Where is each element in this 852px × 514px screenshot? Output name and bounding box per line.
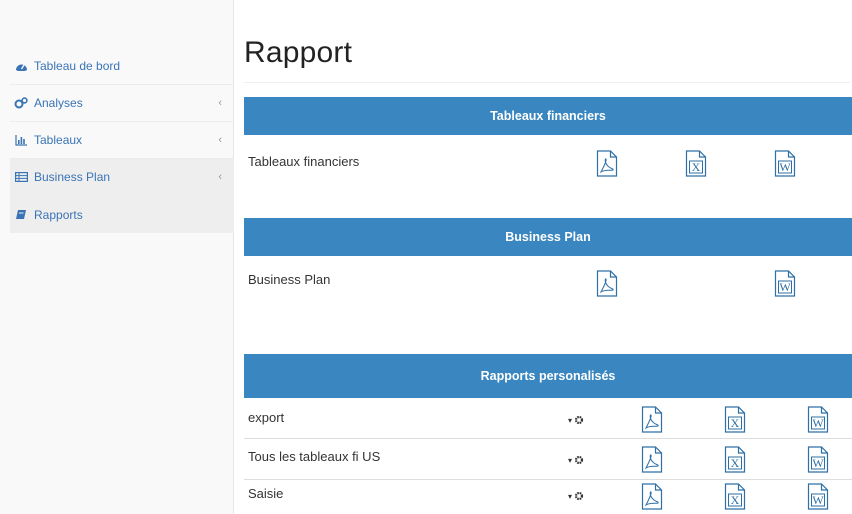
sidebar-item-rapports[interactable]: Rapports bbox=[10, 196, 234, 233]
excel-icon[interactable]: X bbox=[685, 150, 707, 177]
row-label: export bbox=[248, 410, 285, 425]
row-label: Tableaux financiers bbox=[248, 154, 360, 169]
svg-text:X: X bbox=[731, 493, 740, 507]
caret-down-icon: ▾ bbox=[567, 491, 572, 501]
row-label: Saisie bbox=[248, 486, 284, 501]
chevron-left-icon: ‹ bbox=[218, 97, 222, 109]
page-title: Rapport bbox=[244, 36, 353, 69]
sidebar-item-label: Business Plan bbox=[34, 170, 111, 184]
excel-icon[interactable]: X bbox=[724, 483, 746, 510]
table-row: Tous les tableaux fi US ▾ X W bbox=[244, 440, 852, 480]
excel-icon[interactable]: X bbox=[724, 406, 746, 433]
sidebar-item-label: Rapports bbox=[34, 207, 83, 222]
table-icon bbox=[13, 172, 29, 182]
chevron-left-icon: ‹ bbox=[218, 171, 222, 183]
word-icon[interactable]: W bbox=[807, 483, 829, 510]
table-row: Saisie ▾ X W bbox=[244, 480, 852, 514]
svg-text:W: W bbox=[779, 160, 791, 174]
svg-text:X: X bbox=[731, 456, 740, 470]
section-header-rapports-personalises: Rapports personalisés bbox=[244, 354, 852, 398]
bar-chart-icon bbox=[13, 134, 29, 146]
excel-icon[interactable]: X bbox=[724, 446, 746, 473]
pdf-icon[interactable] bbox=[641, 406, 663, 433]
row-label: Business Plan bbox=[248, 272, 331, 287]
gear-icon bbox=[574, 491, 584, 501]
dashboard-icon bbox=[13, 61, 29, 72]
table-row: export ▾ X W bbox=[244, 401, 852, 439]
word-icon[interactable]: W bbox=[774, 150, 796, 177]
table-row: Business Plan W bbox=[244, 263, 852, 313]
caret-down-icon: ▾ bbox=[567, 455, 572, 465]
settings-dropdown-button[interactable]: ▾ bbox=[565, 487, 587, 505]
word-icon[interactable]: W bbox=[807, 446, 829, 473]
svg-text:W: W bbox=[812, 416, 824, 430]
section-header-business-plan: Business Plan bbox=[244, 218, 852, 256]
sidebar-item-label: Tableaux bbox=[34, 133, 83, 147]
gear-icon bbox=[574, 455, 584, 465]
svg-text:X: X bbox=[692, 160, 701, 174]
chevron-left-icon: ‹ bbox=[218, 134, 222, 146]
sidebar-item-label: Analyses bbox=[34, 96, 83, 110]
cogs-icon bbox=[13, 97, 29, 109]
pdf-icon[interactable] bbox=[596, 150, 618, 177]
sidebar-item-business-plan[interactable]: Business Plan ‹ bbox=[10, 159, 234, 196]
sidebar-item-analyses[interactable]: Analyses ‹ bbox=[10, 85, 234, 122]
settings-dropdown-button[interactable]: ▾ bbox=[565, 411, 587, 429]
word-icon[interactable]: W bbox=[807, 406, 829, 433]
svg-text:W: W bbox=[812, 456, 824, 470]
row-label: Tous les tableaux fi US bbox=[248, 449, 381, 464]
sidebar-item-tableau-de-bord[interactable]: Tableau de bord bbox=[10, 48, 234, 85]
pdf-icon[interactable] bbox=[596, 270, 618, 297]
sidebar: Tableau de bord Analyses ‹ Tableaux ‹ Bu… bbox=[0, 0, 234, 514]
gear-icon bbox=[574, 415, 584, 425]
pdf-icon[interactable] bbox=[641, 446, 663, 473]
sidebar-item-tableaux[interactable]: Tableaux ‹ bbox=[10, 122, 234, 159]
divider bbox=[244, 82, 850, 83]
section-header-tableaux-financiers: Tableaux financiers bbox=[244, 97, 852, 135]
svg-text:W: W bbox=[779, 280, 791, 294]
table-row: Tableaux financiers X W bbox=[244, 145, 852, 195]
svg-text:W: W bbox=[812, 493, 824, 507]
svg-text:X: X bbox=[731, 416, 740, 430]
sidebar-item-label: Tableau de bord bbox=[34, 59, 121, 73]
book-icon bbox=[13, 209, 29, 220]
caret-down-icon: ▾ bbox=[567, 415, 572, 425]
settings-dropdown-button[interactable]: ▾ bbox=[565, 451, 587, 469]
pdf-icon[interactable] bbox=[641, 483, 663, 510]
word-icon[interactable]: W bbox=[774, 270, 796, 297]
